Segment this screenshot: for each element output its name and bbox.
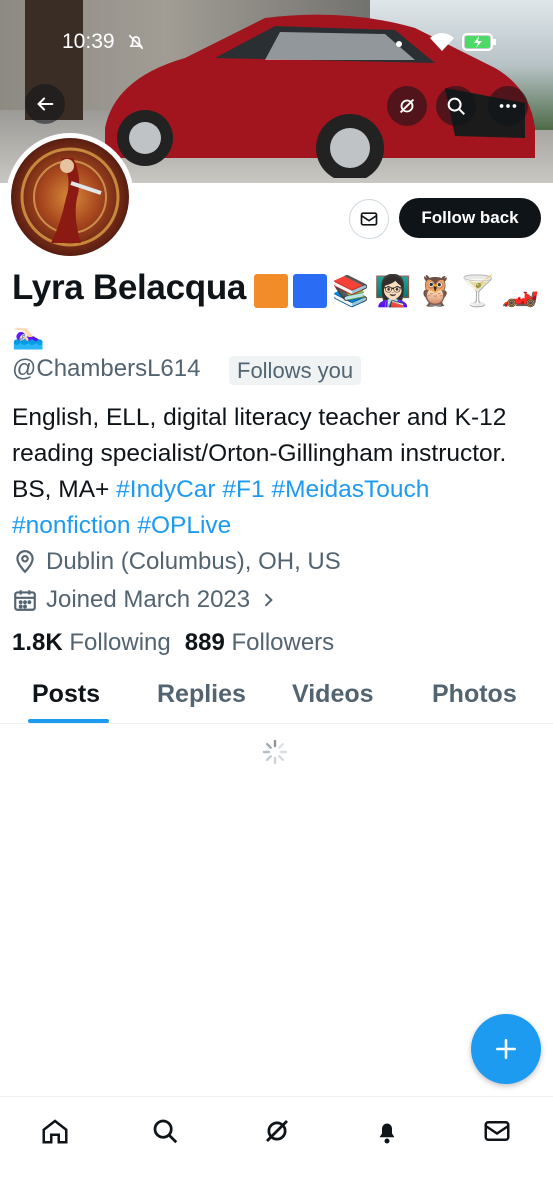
follow-back-button[interactable]: Follow back [399, 198, 541, 238]
books-emoji: 📚 [332, 274, 370, 308]
battery-icon [462, 33, 496, 51]
tab-posts[interactable]: Posts [32, 680, 100, 709]
chevron-right-icon [264, 593, 273, 607]
tab-replies[interactable]: Replies [157, 680, 246, 709]
location-pin-icon [16, 550, 34, 574]
blue-square-emoji [293, 274, 327, 308]
hashtag-link[interactable]: #nonfiction [12, 512, 131, 539]
more-options-button[interactable] [488, 86, 528, 126]
teacher-emoji: 👩🏻‍🏫 [374, 274, 412, 308]
hashtag-link[interactable]: #F1 [222, 476, 264, 503]
nav-messages[interactable] [477, 1111, 517, 1151]
avatar[interactable] [6, 133, 134, 261]
location-text: Dublin (Columbus), OH, US [46, 548, 341, 575]
search-icon [447, 97, 465, 115]
joined-row[interactable]: Joined March 2023 [12, 586, 278, 614]
grok-icon [266, 1120, 288, 1142]
profile-name: Lyra Belacqua [12, 268, 247, 307]
grok-button[interactable] [387, 86, 427, 126]
location-row: Dublin (Columbus), OH, US [12, 548, 341, 576]
plus-icon [496, 1039, 516, 1059]
owl-emoji: 🦉 [416, 274, 455, 308]
home-icon [42, 1119, 68, 1144]
loading-spinner-icon [262, 739, 288, 765]
following-label: Following [69, 629, 171, 656]
more-horizontal-icon [499, 104, 517, 108]
name-emojis: 📚 👩🏻‍🏫 🦉 🍸 🏎️ [254, 271, 539, 311]
joined-text: Joined March 2023 [46, 586, 251, 613]
search-profile-button[interactable] [436, 86, 476, 126]
back-arrow-icon [37, 97, 54, 111]
silent-bell-icon [128, 34, 144, 50]
wifi-icon [430, 33, 454, 51]
orange-square-emoji [254, 274, 288, 308]
followers-link[interactable]: 889 Followers [185, 629, 334, 657]
follow-stats: 1.8K Following 889 Followers [12, 629, 334, 657]
active-tab-indicator [28, 719, 109, 723]
cocktail-emoji: 🍸 [459, 274, 497, 308]
messages-icon [484, 1121, 510, 1141]
tab-photos[interactable]: Photos [432, 680, 517, 709]
notification-dot [396, 41, 402, 47]
followers-label: Followers [231, 629, 335, 656]
follows-you-badge: Follows you [229, 356, 362, 385]
status-bar: 10:39 [0, 24, 553, 60]
tab-videos[interactable]: Videos [292, 680, 374, 709]
hashtag-link[interactable]: #OPLive [137, 512, 231, 539]
hashtag-link[interactable]: #IndyCar [116, 476, 215, 503]
nav-grok[interactable] [257, 1111, 297, 1151]
message-button[interactable] [349, 199, 389, 239]
profile-handle: @ChambersL614 [12, 355, 201, 382]
following-link[interactable]: 1.8K Following [12, 629, 171, 657]
nav-notifications[interactable] [367, 1111, 407, 1151]
nav-search[interactable] [145, 1111, 185, 1151]
bottom-navigation [0, 1096, 553, 1200]
profile-bio: English, ELL, digital literacy teacher a… [12, 400, 542, 544]
nav-home[interactable] [35, 1111, 75, 1151]
grok-icon [399, 98, 415, 114]
race-car-emoji: 🏎️ [501, 274, 539, 308]
compose-post-button[interactable] [471, 1014, 541, 1084]
profile-tabs: Posts Replies Videos Photos [0, 670, 553, 724]
followers-count: 889 [184, 629, 225, 656]
back-button[interactable] [25, 84, 65, 124]
envelope-icon [360, 212, 378, 226]
avatar-image [11, 138, 129, 256]
following-count: 1.8K [12, 629, 63, 656]
hashtag-link[interactable]: #MeidasTouch [271, 476, 429, 503]
notifications-icon [379, 1123, 395, 1144]
search-icon [153, 1119, 178, 1144]
swimmer-emoji: 🏊🏻‍♀️ [12, 320, 45, 350]
status-time: 10:39 [62, 30, 115, 53]
calendar-icon [14, 590, 36, 611]
